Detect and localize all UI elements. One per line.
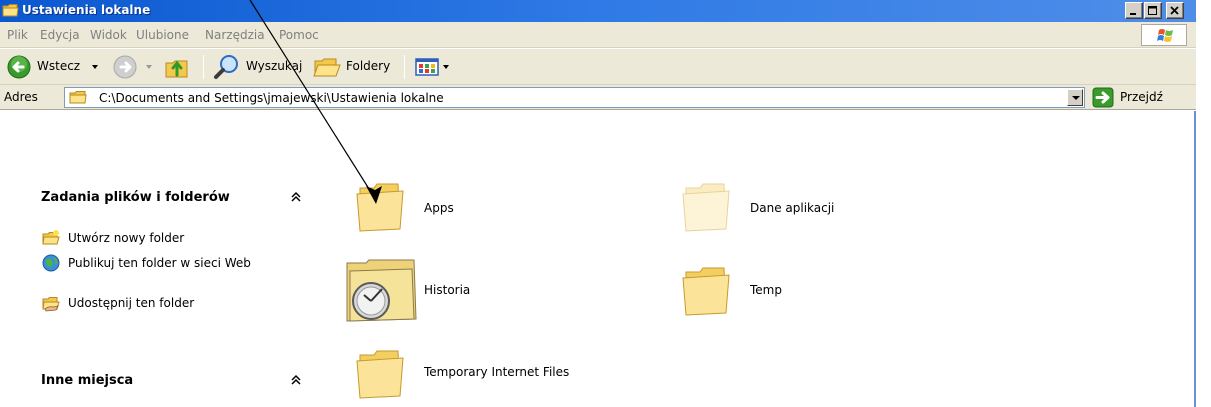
history-folder-icon <box>346 259 417 322</box>
folder-item-history[interactable]: Historia <box>344 259 504 325</box>
folders-icon[interactable] <box>312 53 342 81</box>
file-tasks-title: Zadania plików i folderów <box>41 190 230 205</box>
go-button[interactable]: Przejdź <box>1092 87 1192 108</box>
task-publish-web-label: Publikuj ten folder w sieci Web <box>68 256 251 270</box>
other-places-pane: Inne miejsca <box>32 363 318 401</box>
windows-logo-icon <box>1157 29 1173 42</box>
minimize-icon <box>1130 13 1136 15</box>
hidden-folder-icon <box>682 183 730 232</box>
folder-icon <box>2 4 19 17</box>
folders-button-label[interactable]: Foldery <box>346 59 390 73</box>
windows-logo-box <box>1141 24 1187 46</box>
go-label: Przejdź <box>1120 90 1163 104</box>
task-share-folder[interactable]: Udostępnij ten folder <box>42 294 302 312</box>
go-arrow-icon <box>1092 87 1114 108</box>
share-folder-icon <box>42 297 60 312</box>
back-button-label[interactable]: Wstecz <box>37 59 80 73</box>
folder-icon <box>356 350 404 399</box>
maximize-icon <box>1148 6 1157 15</box>
new-folder-icon <box>42 230 60 245</box>
back-dropdown-icon[interactable] <box>92 65 98 69</box>
other-places-header[interactable]: Inne miejsca <box>32 363 318 401</box>
page-margin <box>1196 0 1211 407</box>
minimize-button[interactable] <box>1125 2 1143 19</box>
task-share-folder-label: Udostępnij ten folder <box>68 296 195 310</box>
folder-label: Historia <box>424 283 471 297</box>
menu-help[interactable]: Pomoc <box>279 28 319 42</box>
collapse-icon[interactable] <box>288 189 304 205</box>
search-button-label[interactable]: Wyszukaj <box>246 59 302 73</box>
menu-bar: Plik Edycja Widok Ulubione Narzędzia Pom… <box>0 22 1196 48</box>
menu-edit[interactable]: Edycja <box>40 28 80 42</box>
other-places-title: Inne miejsca <box>41 373 134 388</box>
title-bar[interactable]: Ustawienia lokalne <box>0 0 1196 22</box>
folder-label: Temporary Internet Files <box>424 365 570 379</box>
menu-view[interactable]: Widok <box>90 28 127 42</box>
file-tasks-pane: Zadania plików i folderów <box>32 180 318 218</box>
close-icon <box>1170 6 1179 15</box>
folder-icon <box>682 267 730 316</box>
folder-view: Zadania plików i folderów Utwórz nowy fo… <box>0 111 1196 407</box>
search-icon[interactable] <box>212 53 242 81</box>
file-tasks-list: Utwórz nowy folder Publikuj ten folder w… <box>32 218 318 342</box>
address-bar: Adres C:\Documents and Settings\jmajewsk… <box>0 85 1196 110</box>
forward-dropdown-icon[interactable] <box>146 65 152 69</box>
back-arrow-icon[interactable] <box>6 53 32 81</box>
folder-icon <box>356 183 404 232</box>
task-publish-web[interactable]: Publikuj ten folder w sieci Web <box>42 254 302 286</box>
window-title: Ustawienia lokalne <box>22 3 151 17</box>
address-input[interactable]: C:\Documents and Settings\jmajewski\Usta… <box>64 87 1085 108</box>
forward-arrow-icon[interactable] <box>112 53 138 81</box>
folder-item-apps[interactable]: Apps <box>354 179 494 237</box>
collapse-icon[interactable] <box>288 372 304 388</box>
up-folder-icon[interactable] <box>163 53 191 81</box>
address-label: Adres <box>4 90 38 104</box>
address-dropdown-button[interactable] <box>1067 89 1083 106</box>
task-new-folder[interactable]: Utwórz nowy folder <box>42 229 302 247</box>
publish-web-icon <box>42 254 60 272</box>
folder-item-temp[interactable]: Temp <box>680 263 820 321</box>
toolbar-separator <box>404 55 405 79</box>
file-tasks-header[interactable]: Zadania plików i folderów <box>32 180 318 218</box>
maximize-button[interactable] <box>1144 2 1162 19</box>
menu-favorites[interactable]: Ulubione <box>136 28 189 42</box>
task-new-folder-label: Utwórz nowy folder <box>68 231 185 245</box>
menu-file[interactable]: Plik <box>7 28 28 42</box>
folder-icon <box>69 91 87 104</box>
folder-item-app-data[interactable]: Dane aplikacji <box>680 179 880 237</box>
folder-label: Dane aplikacji <box>750 201 835 215</box>
folder-label: Apps <box>424 201 454 215</box>
folder-label: Temp <box>750 283 782 297</box>
folder-item-temporary-internet-files[interactable]: Temporary Internet Files <box>354 346 634 404</box>
views-dropdown-icon[interactable] <box>443 65 449 69</box>
views-icon[interactable] <box>414 53 440 81</box>
toolbar-separator <box>203 55 204 79</box>
close-button[interactable] <box>1166 2 1184 19</box>
address-path: C:\Documents and Settings\jmajewski\Usta… <box>99 91 444 105</box>
menu-tools[interactable]: Narzędzia <box>205 28 265 42</box>
toolbar: Wstecz Wyszukaj Foldery <box>0 49 1196 85</box>
explorer-window: Ustawienia lokalne Plik Edycja Widok Ulu… <box>0 0 1196 407</box>
